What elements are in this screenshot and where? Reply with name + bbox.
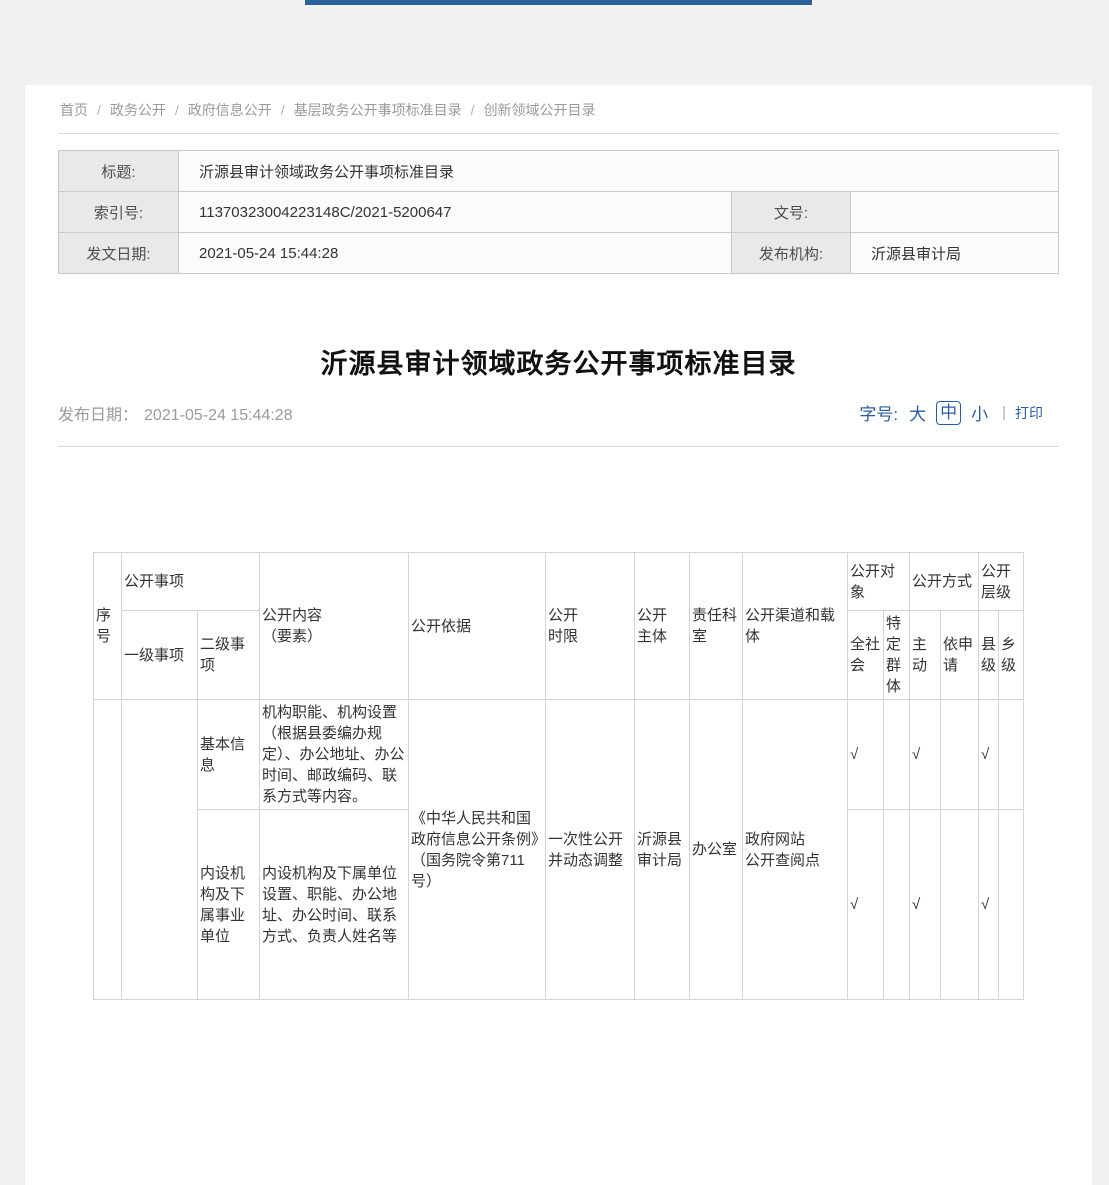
header-gongkai-zhuti: 公开 主体 xyxy=(634,553,689,700)
cell-gongkai-neirong: 内设机构及下属单位设置、职能、办公地址、办公时间、联系方式、负责人姓名等 xyxy=(259,810,408,1000)
header-yiji-shixiang: 一级事项 xyxy=(121,611,197,700)
cell-gongkai-zhuti: 沂源县审计局 xyxy=(634,700,689,1000)
check-xianji: √ xyxy=(979,700,999,810)
check-xiangji xyxy=(999,810,1024,1000)
header-yishenqing: 依申请 xyxy=(941,611,979,700)
meta-docno-label: 文号: xyxy=(732,192,851,233)
breadcrumb-link-xinxigongkai[interactable]: 政府信息公开 xyxy=(188,102,272,118)
check-quanshehui: √ xyxy=(847,810,883,1000)
top-nav-bar-fragment xyxy=(305,0,812,5)
font-size-label: 字号: xyxy=(859,400,898,425)
header-gongkai-cengji: 公开层级 xyxy=(979,553,1024,611)
header-xianji: 县级 xyxy=(979,611,999,700)
document-meta-table: 标题: 沂源县审计领域政务公开事项标准目录 索引号: 1137032300422… xyxy=(58,150,1059,274)
meta-index-value: 11370323004223148C/2021-5200647 xyxy=(179,192,732,233)
cell-erji-shixiang: 基本信息 xyxy=(197,700,259,810)
breadcrumb-separator: / xyxy=(471,102,475,118)
check-xiangji xyxy=(999,700,1024,810)
breadcrumb: 首页 / 政务公开 / 政府信息公开 / 基层政务公开事项标准目录 / 创新领域公开目录 xyxy=(58,85,1059,134)
check-teding xyxy=(883,810,909,1000)
controls-separator: | xyxy=(1002,404,1006,421)
cell-yiji-shixiang xyxy=(121,700,197,1000)
font-size-controls: 字号: 大 中 小 | 打印 xyxy=(859,400,1043,425)
check-teding xyxy=(883,700,909,810)
header-xuhao: 序号 xyxy=(93,553,121,700)
content-divider xyxy=(58,446,1059,447)
font-size-small-button[interactable]: 小 xyxy=(971,400,988,425)
page-title: 沂源县审计领域政务公开事项标准目录 xyxy=(58,344,1059,384)
print-button[interactable]: 打印 xyxy=(1015,403,1043,423)
meta-row-title: 标题: 沂源县审计领域政务公开事项标准目录 xyxy=(59,151,1059,192)
cell-gongkai-neirong: 机构职能、机构设置（根据县委编办规定）、办公地址、办公时间、邮政编码、联系方式等… xyxy=(259,700,408,810)
content-card: 首页 / 政务公开 / 政府信息公开 / 基层政务公开事项标准目录 / 创新领域公开目录 标题:… xyxy=(25,85,1092,1185)
cell-erji-shixiang: 内设机构及下属事业单位 xyxy=(197,810,259,1000)
meta-docno-value xyxy=(851,192,1059,233)
header-zhudong: 主动 xyxy=(910,611,941,700)
meta-org-label: 发布机构: xyxy=(732,233,851,274)
publish-row: 发布日期： 2021-05-24 15:44:28 字号: 大 中 小 | 打印 xyxy=(58,400,1059,425)
check-xianji: √ xyxy=(979,810,999,1000)
header-gongkai-fangshi: 公开方式 xyxy=(910,553,979,611)
header-qudao-zaiti: 公开渠道和载体 xyxy=(742,553,847,700)
meta-row-date: 发文日期: 2021-05-24 15:44:28 发布机构: 沂源县审计局 xyxy=(59,233,1059,274)
cell-gongkai-shixian: 一次性公开 并动态调整 xyxy=(545,700,634,1000)
table-row: 基本信息 机构职能、机构设置（根据县委编办规定）、办公地址、办公时间、邮政编码、… xyxy=(93,700,1023,810)
header-erji-shixiang: 二级事项 xyxy=(197,611,259,700)
header-gongkai-shixiang: 公开事项 xyxy=(121,553,259,611)
meta-index-label: 索引号: xyxy=(59,192,179,233)
header-gongkai-yiju: 公开依据 xyxy=(408,553,545,700)
meta-title-label: 标题: xyxy=(59,151,179,192)
header-gongkai-duixiang: 公开对象 xyxy=(847,553,909,611)
meta-date-label: 发文日期: xyxy=(59,233,179,274)
publish-date: 发布日期： 2021-05-24 15:44:28 xyxy=(58,401,293,425)
breadcrumb-link-biaozhun-mulu[interactable]: 基层政务公开事项标准目录 xyxy=(294,102,462,118)
header-xiangji: 乡级 xyxy=(999,611,1024,700)
font-size-medium-button[interactable]: 中 xyxy=(936,401,961,425)
meta-row-index: 索引号: 11370323004223148C/2021-5200647 文号: xyxy=(59,192,1059,233)
breadcrumb-separator: / xyxy=(97,102,101,118)
catalog-header-row-1: 序号 公开事项 公开内容 （要素） 公开依据 公开 时限 公开 主体 责任科室 … xyxy=(93,553,1023,611)
cell-qudao-zaiti: 政府网站 公开查阅点 xyxy=(742,700,847,1000)
catalog-table: 序号 公开事项 公开内容 （要素） 公开依据 公开 时限 公开 主体 责任科室 … xyxy=(93,552,1024,1000)
meta-date-value: 2021-05-24 15:44:28 xyxy=(179,233,732,274)
breadcrumb-link-chuangxin-mulu[interactable]: 创新领域公开目录 xyxy=(484,102,596,118)
cell-zeren-keshi: 办公室 xyxy=(689,700,742,1000)
header-quanshehui: 全社会 xyxy=(847,611,883,700)
breadcrumb-link-home[interactable]: 首页 xyxy=(60,102,88,118)
breadcrumb-link-zhengwugongkai[interactable]: 政务公开 xyxy=(110,102,166,118)
breadcrumb-separator: / xyxy=(281,102,285,118)
header-teding-qunti: 特定群体 xyxy=(883,611,909,700)
check-zhudong: √ xyxy=(910,700,941,810)
header-gongkai-shixian: 公开 时限 xyxy=(545,553,634,700)
check-yishenqing xyxy=(941,810,979,1000)
cell-xuhao xyxy=(93,700,121,1000)
check-yishenqing xyxy=(941,700,979,810)
check-zhudong: √ xyxy=(910,810,941,1000)
publish-date-value: 2021-05-24 15:44:28 xyxy=(144,407,293,424)
meta-title-value: 沂源县审计领域政务公开事项标准目录 xyxy=(179,151,1059,192)
header-zeren-keshi: 责任科室 xyxy=(689,553,742,700)
publish-date-label: 发布日期： xyxy=(58,407,138,424)
cell-gongkai-yiju: 《中华人民共和国政府信息公开条例》（国务院令第711号） xyxy=(408,700,545,1000)
meta-org-value: 沂源县审计局 xyxy=(851,233,1059,274)
font-size-large-button[interactable]: 大 xyxy=(909,400,926,425)
breadcrumb-separator: / xyxy=(175,102,179,118)
header-gongkai-neirong: 公开内容 （要素） xyxy=(259,553,408,700)
check-quanshehui: √ xyxy=(847,700,883,810)
